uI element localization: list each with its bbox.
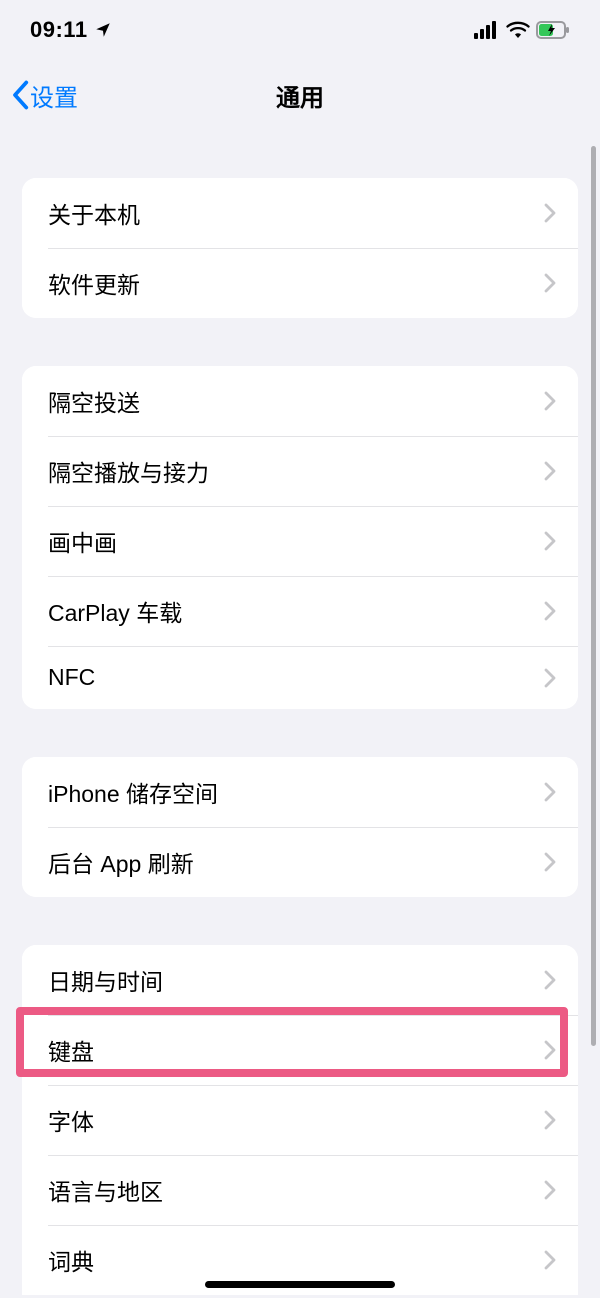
row-label: 语言与地区: [48, 1173, 163, 1207]
settings-group: 关于本机软件更新: [22, 178, 578, 318]
status-bar: 09:11: [0, 0, 600, 60]
row-label: iPhone 储存空间: [48, 775, 218, 809]
row-bgrefresh[interactable]: 后台 App 刷新: [22, 827, 578, 897]
nav-title: 通用: [276, 78, 324, 113]
row-label: NFC: [48, 664, 95, 691]
row-label: 隔空投送: [48, 384, 140, 418]
settings-group: 隔空投送隔空播放与接力画中画 CarPlay 车载 NFC: [22, 366, 578, 709]
chevron-right-icon: [544, 1180, 556, 1200]
row-label: 字体: [48, 1103, 94, 1137]
row-label: 隔空播放与接力: [48, 454, 209, 488]
chevron-right-icon: [544, 852, 556, 872]
chevron-right-icon: [544, 1110, 556, 1130]
row-fonts[interactable]: 字体: [22, 1085, 578, 1155]
row-airplay[interactable]: 隔空播放与接力: [22, 436, 578, 506]
scrollbar[interactable]: [591, 146, 596, 1046]
home-indicator[interactable]: [205, 1281, 395, 1288]
row-nfc[interactable]: NFC: [22, 646, 578, 709]
chevron-left-icon: [10, 80, 30, 110]
chevron-right-icon: [544, 531, 556, 551]
wifi-icon: [506, 21, 530, 39]
chevron-right-icon: [544, 1040, 556, 1060]
settings-group: 日期与时间键盘字体语言与地区词典: [22, 945, 578, 1295]
status-right: [474, 21, 570, 39]
chevron-right-icon: [544, 601, 556, 621]
row-language[interactable]: 语言与地区: [22, 1155, 578, 1225]
nav-bar: 设置 通用: [0, 60, 600, 130]
row-label: 键盘: [48, 1033, 94, 1067]
location-icon: [94, 21, 112, 39]
settings-group: iPhone 储存空间后台 App 刷新: [22, 757, 578, 897]
row-pip[interactable]: 画中画: [22, 506, 578, 576]
row-storage[interactable]: iPhone 储存空间: [22, 757, 578, 827]
nav-back-label: 设置: [30, 78, 78, 113]
row-carplay[interactable]: CarPlay 车载: [22, 576, 578, 646]
battery-charging-icon: [536, 21, 570, 39]
chevron-right-icon: [544, 970, 556, 990]
chevron-right-icon: [544, 273, 556, 293]
row-airdrop[interactable]: 隔空投送: [22, 366, 578, 436]
cellular-icon: [474, 21, 500, 39]
chevron-right-icon: [544, 203, 556, 223]
status-left: 09:11: [30, 17, 112, 43]
chevron-right-icon: [544, 668, 556, 688]
row-label: 关于本机: [48, 196, 140, 230]
chevron-right-icon: [544, 782, 556, 802]
status-clock: 09:11: [30, 17, 88, 43]
row-keyboard[interactable]: 键盘: [22, 1015, 578, 1085]
settings-scroll[interactable]: 关于本机软件更新隔空投送隔空播放与接力画中画 CarPlay 车载 NFC iPhon…: [0, 130, 600, 1298]
row-datetime[interactable]: 日期与时间: [22, 945, 578, 1015]
nav-back-button[interactable]: 设置: [10, 78, 78, 113]
row-about[interactable]: 关于本机: [22, 178, 578, 248]
chevron-right-icon: [544, 391, 556, 411]
chevron-right-icon: [544, 1250, 556, 1270]
row-label: 软件更新: [48, 266, 140, 300]
row-label: 后台 App 刷新: [48, 845, 194, 879]
row-label: CarPlay 车载: [48, 594, 182, 628]
row-label: 画中画: [48, 524, 117, 558]
row-label: 日期与时间: [48, 963, 163, 997]
chevron-right-icon: [544, 461, 556, 481]
row-label: 词典: [48, 1243, 94, 1277]
row-swupdate[interactable]: 软件更新: [22, 248, 578, 318]
